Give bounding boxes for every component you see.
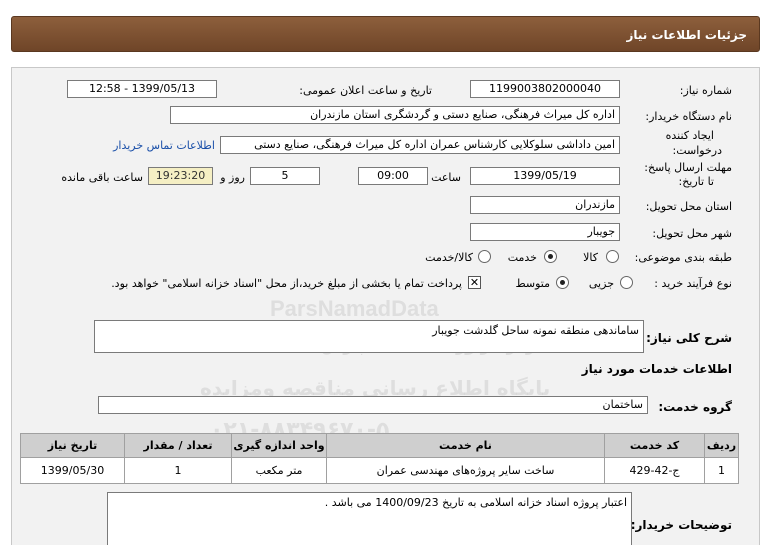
- col-name: نام خدمت: [326, 433, 605, 458]
- province-field: مازندران: [470, 196, 620, 214]
- buyer-field: اداره کل میراث فرهنگی، صنایع دستی و گردش…: [170, 106, 620, 124]
- days-label: روز و: [220, 171, 245, 184]
- category-goods-service-radio[interactable]: [478, 250, 491, 263]
- service-group-field: ساختمان: [98, 396, 648, 414]
- cell-qty: 1: [124, 457, 232, 484]
- process-medium-label: متوسط: [515, 277, 550, 290]
- creator-label-1: ایجاد کننده: [665, 129, 714, 142]
- time-label: ساعت: [431, 171, 461, 184]
- buyer-contact-link[interactable]: اطلاعات تماس خریدار: [113, 139, 215, 152]
- deadline-date-field: 1399/05/19: [470, 167, 620, 185]
- cell-date: 1399/05/30: [20, 457, 125, 484]
- cell-row: 1: [704, 457, 739, 484]
- remaining-time-field: 19:23:20: [148, 167, 213, 185]
- category-label: طبقه بندی موضوعی:: [634, 251, 732, 264]
- category-goods-radio[interactable]: [606, 250, 619, 263]
- deadline-label-1: مهلت ارسال پاسخ:: [644, 161, 732, 174]
- category-goods-label: کالا: [583, 251, 598, 264]
- cell-code: ج-42-429: [604, 457, 705, 484]
- process-label: نوع فرآیند خرید :: [654, 277, 732, 290]
- deadline-label-2: تا تاریخ:: [678, 175, 714, 188]
- creator-field: امین داداشی سلوکلایی کارشناس عمران اداره…: [220, 136, 620, 154]
- buyer-notes-field: اعتبار پروژه اسناد خزانه اسلامی به تاریخ…: [107, 492, 632, 545]
- need-number-field: 1199003802000040: [470, 80, 620, 98]
- days-field: 5: [250, 167, 320, 185]
- process-medium-radio[interactable]: [556, 276, 569, 289]
- process-minor-label: جزیی: [588, 277, 614, 290]
- treasury-payment-label: پرداخت تمام یا بخشی از مبلغ خرید،از محل …: [111, 277, 462, 290]
- category-service-label: خدمت: [507, 251, 537, 264]
- category-goods-service-label: کالا/خدمت: [425, 251, 473, 264]
- deadline-time-field: 09:00: [358, 167, 428, 185]
- process-minor-radio[interactable]: [620, 276, 633, 289]
- remaining-label: ساعت باقی مانده: [61, 171, 143, 184]
- category-service-radio[interactable]: [544, 250, 557, 263]
- buyer-label: نام دستگاه خریدار:: [645, 110, 732, 123]
- city-field: جویبار: [470, 223, 620, 241]
- announce-field: 1399/05/13 - 12:58: [67, 80, 217, 98]
- announce-label: تاریخ و ساعت اعلان عمومی:: [299, 84, 432, 97]
- summary-label: شرح کلی نیاز:: [646, 331, 732, 345]
- buyer-notes-text: اعتبار پروژه اسناد خزانه اسلامی به تاریخ…: [324, 496, 627, 509]
- treasury-payment-checkbox[interactable]: ✕: [468, 276, 481, 289]
- table-header-row: ردیف کد خدمت نام خدمت واحد اندازه گیری ت…: [20, 433, 739, 458]
- city-label: شهر محل تحویل:: [652, 227, 732, 240]
- col-qty: تعداد / مقدار: [124, 433, 232, 458]
- cell-name: ساخت سایر پروژه‌های مهندسی عمران: [326, 457, 605, 484]
- col-code: کد خدمت: [604, 433, 705, 458]
- table-row: 1 ج-42-429 ساخت سایر پروژه‌های مهندسی عم…: [20, 457, 739, 484]
- services-section-title: اطلاعات خدمات مورد نیاز: [581, 362, 732, 376]
- province-label: استان محل تحویل:: [645, 200, 732, 213]
- need-number-label: شماره نیاز:: [679, 84, 732, 97]
- services-table: ردیف کد خدمت نام خدمت واحد اندازه گیری ت…: [20, 433, 739, 484]
- summary-field: ساماندهی منطقه نمونه ساحل گلدشت جویبار: [94, 320, 644, 353]
- creator-label-2: درخواست:: [672, 144, 722, 157]
- cell-unit: متر مکعب: [231, 457, 327, 484]
- page-header: جزئیات اطلاعات نیاز: [11, 16, 760, 52]
- summary-text: ساماندهی منطقه نمونه ساحل گلدشت جویبار: [432, 324, 639, 337]
- col-row: ردیف: [704, 433, 739, 458]
- page-title: جزئیات اطلاعات نیاز: [626, 28, 747, 42]
- col-unit: واحد اندازه گیری: [231, 433, 327, 458]
- col-date: تاریخ نیاز: [20, 433, 125, 458]
- buyer-notes-label: توضیحات خریدار:: [630, 518, 732, 532]
- service-group-label: گروه خدمت:: [658, 400, 732, 414]
